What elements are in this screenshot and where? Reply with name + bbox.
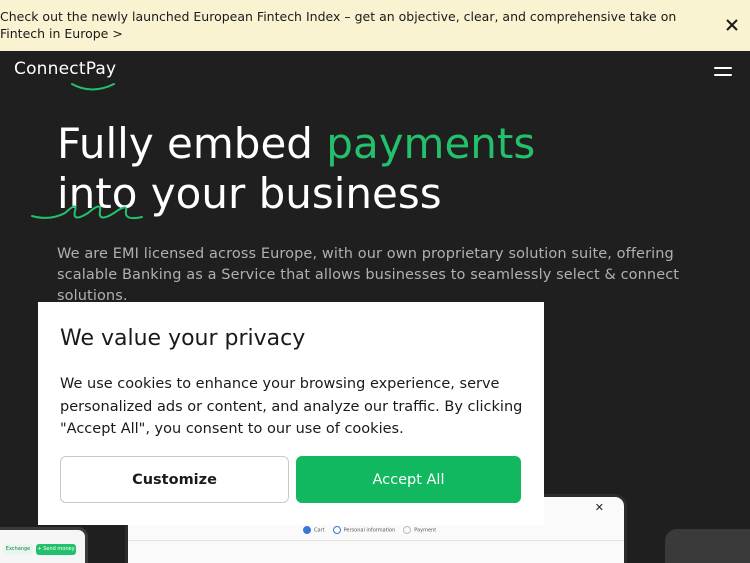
logo[interactable]: ConnectPay <box>14 59 117 91</box>
hero-title-part1: Fully embed <box>57 119 327 168</box>
close-icon[interactable] <box>723 16 741 34</box>
announcement-link[interactable]: Check out the newly launched European Fi… <box>0 8 722 42</box>
announcement-banner: Check out the newly launched European Fi… <box>0 0 750 51</box>
cookie-consent-dialog: We value your privacy We use cookies to … <box>38 302 544 525</box>
mockup-step: Personal information <box>332 526 395 534</box>
hero-description: We are EMI licensed across Europe, with … <box>57 246 680 304</box>
mockup-send-money-pill: + Send money <box>36 544 76 555</box>
mockup-exchange-pill: Exchange <box>3 544 33 555</box>
cookie-dialog-title: We value your privacy <box>60 326 306 351</box>
mockup-divider <box>128 540 624 541</box>
squiggle-decoration-icon <box>31 205 143 220</box>
cookie-dialog-text: We use cookies to enhance your browsing … <box>60 376 523 437</box>
customize-button[interactable]: Customize <box>60 456 289 503</box>
mockup-step: Payment <box>403 526 436 534</box>
site-header: ConnectPay <box>0 51 750 101</box>
logo-text: ConnectPay <box>14 59 117 79</box>
mockup-step: Cart <box>303 526 325 534</box>
logo-swoosh-icon <box>71 83 115 91</box>
accept-all-button[interactable]: Accept All <box>296 456 521 503</box>
hero-title-accent: payments <box>326 119 536 168</box>
mockup-steps: Cart Personal information Payment <box>303 526 436 534</box>
mockup-close-icon: ✕ <box>594 501 604 514</box>
app-mockup-right <box>665 529 750 563</box>
hamburger-menu-icon[interactable] <box>714 67 732 81</box>
app-mockup-left: Exchange + Send money <box>0 527 88 563</box>
